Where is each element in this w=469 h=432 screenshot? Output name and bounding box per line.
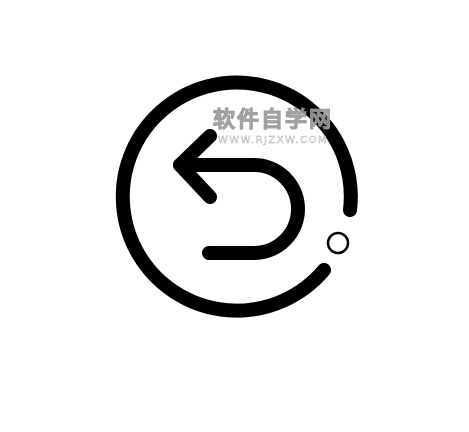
undo-arrow-circle-icon	[115, 75, 358, 318]
canvas: 软件自学网 WWW.RJZXW.COM	[0, 0, 469, 432]
circle-arc	[115, 75, 358, 318]
gap-dot-icon	[326, 231, 350, 255]
